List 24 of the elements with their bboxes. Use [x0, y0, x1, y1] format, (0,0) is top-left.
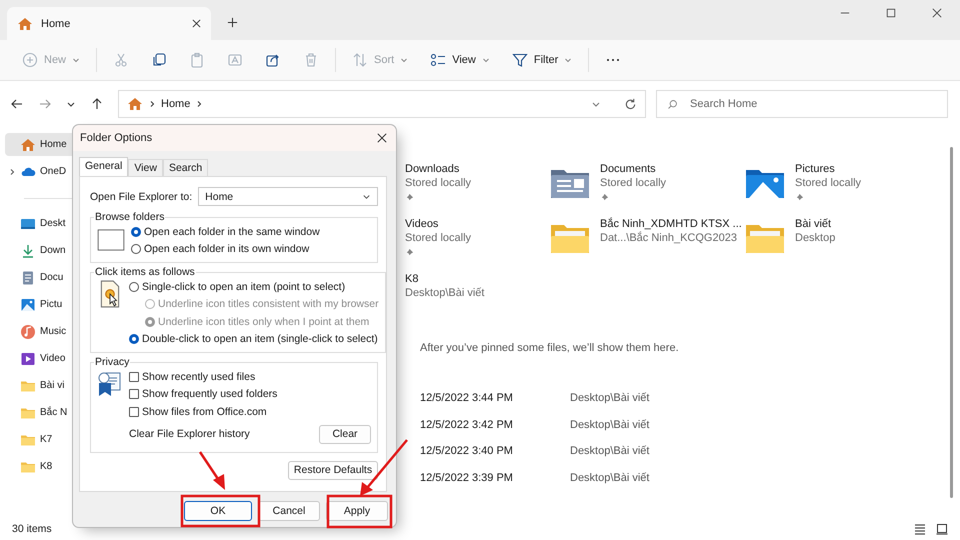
group-title: Click items as follows [94, 266, 196, 278]
folder-location: Stored locally [405, 232, 472, 244]
tab-title: Home [41, 18, 72, 30]
location-cell: Desktop\Bài viết [570, 418, 650, 430]
empty-favorites-message: After you’ve pinned some files, we’ll show them here. [420, 342, 680, 354]
group-title: Privacy [94, 356, 130, 368]
date-cell-text: 12/5/2022 3:39 PM [420, 472, 514, 484]
group-title: Browse folders [94, 211, 166, 223]
date-cell-text: 12/5/2022 3:42 PM [420, 418, 514, 430]
folder-location: Dat...\Bắc Ninh_KCQG2023 [600, 232, 737, 244]
folder-location: Desktop\Bài viết [405, 287, 484, 299]
item-count: 30 items [12, 523, 52, 535]
folder-location: Stored locally [795, 177, 862, 189]
date-cell-text: 12/5/2022 3:40 PM [420, 445, 514, 457]
dialog-title: Folder Options [80, 132, 154, 144]
folder-location: Desktop [795, 232, 836, 244]
folder-location: Stored locally [600, 177, 666, 189]
field-label: Open File Explorer to: [90, 190, 192, 202]
location-cell: Desktop\Bài viết [570, 445, 650, 457]
location-cell: Desktop\Bài viết [570, 472, 650, 484]
date-cell-text: 12/5/2022 3:44 PM [420, 392, 514, 404]
location-cell: Desktop\Bài viết [570, 392, 650, 404]
folder-location: Stored locally [405, 177, 472, 189]
clear-history-label: Clear File Explorer history [129, 428, 251, 440]
